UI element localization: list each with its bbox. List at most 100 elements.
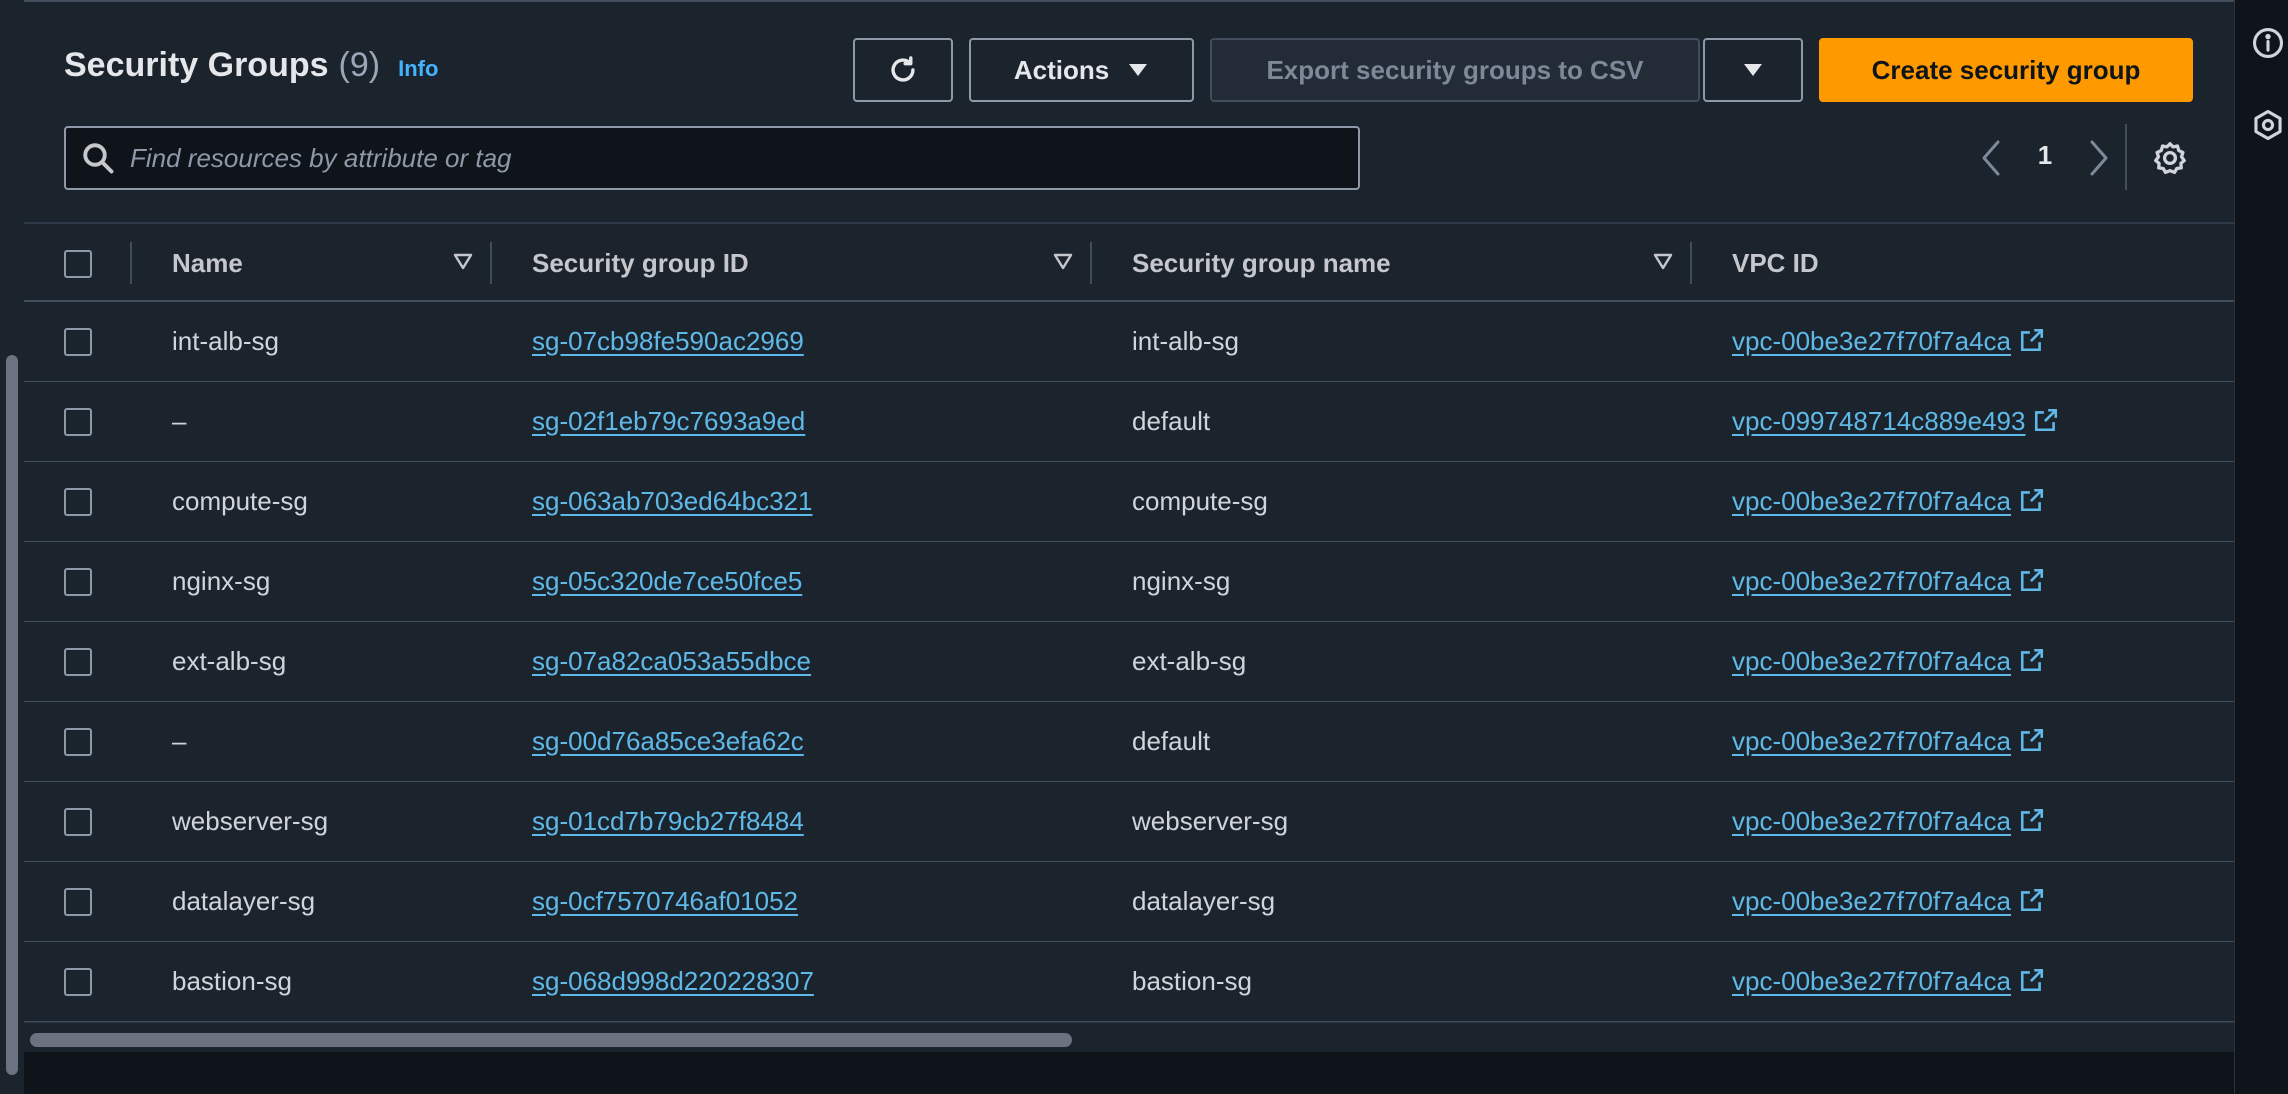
security-group-id-link[interactable]: sg-02f1eb79c7693a9ed xyxy=(532,406,805,437)
vpc-id-cell: vpc-00be3e27f70f7a4ca xyxy=(1732,966,2045,997)
external-link-icon[interactable] xyxy=(2019,567,2045,593)
table-row[interactable]: bastion-sg sg-068d998d220228307 bastion-… xyxy=(24,942,2234,1022)
column-header-vpc-id[interactable]: VPC ID xyxy=(1732,248,1819,279)
vpc-id-link[interactable]: vpc-00be3e27f70f7a4ca xyxy=(1732,326,2011,356)
security-group-id-link[interactable]: sg-063ab703ed64bc321 xyxy=(532,486,812,517)
next-page-icon[interactable] xyxy=(2084,132,2114,184)
export-options-dropdown[interactable] xyxy=(1703,38,1803,102)
vpc-id-link[interactable]: vpc-00be3e27f70f7a4ca xyxy=(1732,486,2011,516)
vpc-id-link[interactable]: vpc-00be3e27f70f7a4ca xyxy=(1732,566,2011,596)
cell-group-name: int-alb-sg xyxy=(1132,326,1239,356)
resource-explorer-icon[interactable] xyxy=(2251,108,2285,142)
row-checkbox[interactable] xyxy=(64,808,92,836)
sort-caret-icon[interactable] xyxy=(1652,250,1674,272)
security-groups-panel: Security Groups (9) Info Actions Export … xyxy=(24,0,2234,1052)
page-title: Security Groups xyxy=(64,46,329,84)
row-checkbox[interactable] xyxy=(64,568,92,596)
select-all-checkbox[interactable] xyxy=(64,250,92,278)
actions-dropdown[interactable]: Actions xyxy=(969,38,1194,102)
row-checkbox[interactable] xyxy=(64,328,92,356)
sort-caret-icon[interactable] xyxy=(452,250,474,272)
cell-group-name: ext-alb-sg xyxy=(1132,646,1247,676)
export-csv-button[interactable]: Export security groups to CSV xyxy=(1210,38,1700,102)
vpc-id-cell: vpc-00be3e27f70f7a4ca xyxy=(1732,566,2045,597)
table-row[interactable]: webserver-sg sg-01cd7b79cb27f8484 webser… xyxy=(24,782,2234,862)
vpc-id-cell: vpc-00be3e27f70f7a4ca xyxy=(1732,646,2045,677)
vpc-id-link[interactable]: vpc-00be3e27f70f7a4ca xyxy=(1732,886,2011,916)
column-header-security-group-id[interactable]: Security group ID xyxy=(532,248,749,279)
row-checkbox[interactable] xyxy=(64,968,92,996)
info-link[interactable]: Info xyxy=(398,56,438,82)
cell-name: nginx-sg xyxy=(172,566,271,596)
security-group-id-link[interactable]: sg-068d998d220228307 xyxy=(532,966,814,997)
table-scrollbar-thumb[interactable] xyxy=(30,1033,1072,1047)
vpc-id-link[interactable]: vpc-00be3e27f70f7a4ca xyxy=(1732,646,2011,676)
panel-header: Security Groups (9) Info xyxy=(64,46,438,85)
main-container: Security Groups (9) Info Actions Export … xyxy=(24,0,2234,1094)
table-row[interactable]: ext-alb-sg sg-07a82ca053a55dbce ext-alb-… xyxy=(24,622,2234,702)
cell-name: compute-sg xyxy=(172,486,308,516)
cell-group-name: nginx-sg xyxy=(1132,566,1231,596)
external-link-icon[interactable] xyxy=(2033,407,2059,433)
column-divider[interactable] xyxy=(130,242,132,284)
sort-caret-icon[interactable] xyxy=(1052,250,1074,272)
table-row[interactable]: datalayer-sg sg-0cf7570746af01052 datala… xyxy=(24,862,2234,942)
search-icon xyxy=(83,143,114,174)
cell-name: – xyxy=(172,406,187,436)
vpc-id-link[interactable]: vpc-00be3e27f70f7a4ca xyxy=(1732,966,2011,996)
row-checkbox[interactable] xyxy=(64,728,92,756)
table-header: Name Security group ID Security group na… xyxy=(24,222,2234,302)
column-divider[interactable] xyxy=(1690,242,1692,284)
row-checkbox[interactable] xyxy=(64,888,92,916)
gear-icon[interactable] xyxy=(2152,140,2188,176)
page-scrollbar[interactable] xyxy=(0,0,24,1094)
security-group-id-link[interactable]: sg-05c320de7ce50fce5 xyxy=(532,566,802,597)
table-horizontal-scrollbar[interactable] xyxy=(24,1022,2234,1052)
vpc-id-cell: vpc-099748714c889e493 xyxy=(1732,406,2059,437)
vpc-id-link[interactable]: vpc-099748714c889e493 xyxy=(1732,406,2025,436)
info-panel-icon[interactable] xyxy=(2251,26,2285,60)
actions-label: Actions xyxy=(1013,54,1110,85)
external-link-icon[interactable] xyxy=(2019,487,2045,513)
row-checkbox[interactable] xyxy=(64,648,92,676)
column-header-name[interactable]: Name xyxy=(172,248,243,279)
external-link-icon[interactable] xyxy=(2019,647,2045,673)
table-row[interactable]: compute-sg sg-063ab703ed64bc321 compute-… xyxy=(24,462,2234,542)
create-security-group-label: Create security group xyxy=(1871,54,2141,85)
search-field[interactable] xyxy=(64,126,1360,190)
table-row[interactable]: – sg-00d76a85ce3efa62c default vpc-00be3… xyxy=(24,702,2234,782)
column-header-security-group-name[interactable]: Security group name xyxy=(1132,248,1391,279)
table-row[interactable]: – sg-02f1eb79c7693a9ed default vpc-09974… xyxy=(24,382,2234,462)
external-link-icon[interactable] xyxy=(2019,807,2045,833)
page-scrollbar-thumb[interactable] xyxy=(6,355,18,1075)
column-divider[interactable] xyxy=(1090,242,1092,284)
security-group-id-link[interactable]: sg-07a82ca053a55dbce xyxy=(532,646,811,677)
security-group-id-link[interactable]: sg-01cd7b79cb27f8484 xyxy=(532,806,804,837)
external-link-icon[interactable] xyxy=(2019,327,2045,353)
security-group-id-link[interactable]: sg-0cf7570746af01052 xyxy=(532,886,798,917)
security-group-id-link[interactable]: sg-00d76a85ce3efa62c xyxy=(532,726,804,757)
current-page-number[interactable]: 1 xyxy=(2029,140,2061,171)
external-link-icon[interactable] xyxy=(2019,887,2045,913)
previous-page-icon[interactable] xyxy=(1976,132,2006,184)
vpc-id-link[interactable]: vpc-00be3e27f70f7a4ca xyxy=(1732,806,2011,836)
external-link-icon[interactable] xyxy=(2019,727,2045,753)
caret-down-icon xyxy=(1744,64,1762,76)
cell-name: webserver-sg xyxy=(172,806,329,836)
cell-name: bastion-sg xyxy=(172,966,292,996)
row-checkbox[interactable] xyxy=(64,408,92,436)
search-input[interactable] xyxy=(130,142,1330,174)
security-group-id-link[interactable]: sg-07cb98fe590ac2969 xyxy=(532,326,804,357)
table-row[interactable]: nginx-sg sg-05c320de7ce50fce5 nginx-sg v… xyxy=(24,542,2234,622)
table-row[interactable]: int-alb-sg sg-07cb98fe590ac2969 int-alb-… xyxy=(24,302,2234,382)
row-checkbox[interactable] xyxy=(64,488,92,516)
vpc-id-link[interactable]: vpc-00be3e27f70f7a4ca xyxy=(1732,726,2011,756)
refresh-button[interactable] xyxy=(853,38,953,102)
cell-group-name: default xyxy=(1132,406,1211,436)
cell-group-name: bastion-sg xyxy=(1132,966,1252,996)
vpc-id-cell: vpc-00be3e27f70f7a4ca xyxy=(1732,726,2045,757)
external-link-icon[interactable] xyxy=(2019,967,2045,993)
column-divider[interactable] xyxy=(490,242,492,284)
vpc-id-cell: vpc-00be3e27f70f7a4ca xyxy=(1732,806,2045,837)
create-security-group-button[interactable]: Create security group xyxy=(1819,38,2193,102)
